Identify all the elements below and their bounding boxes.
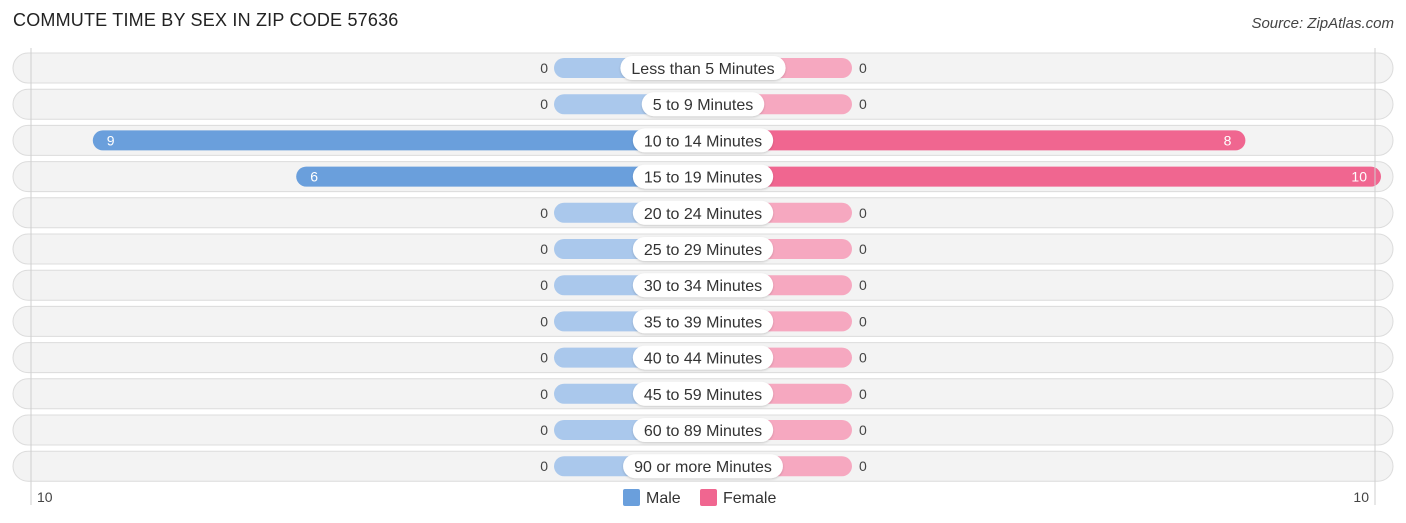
category-label: 10 to 14 Minutes <box>644 133 762 150</box>
category-label: 90 or more Minutes <box>634 459 772 476</box>
data-label-male: 0 <box>540 458 548 474</box>
chart-canvas: 0 0 Less than 5 Minutes 0 0 5 to 9 Minutes 9 8 1… <box>12 48 1394 507</box>
data-label-female: 0 <box>859 96 867 112</box>
data-label-female: 0 <box>859 241 867 257</box>
data-label-female: 0 <box>859 422 867 438</box>
data-label-male: 6 <box>310 169 318 185</box>
data-label-male: 0 <box>540 313 548 329</box>
category-label: 40 to 44 Minutes <box>644 351 762 368</box>
legend-label-male: Male <box>646 490 681 507</box>
data-label-male: 0 <box>540 96 548 112</box>
data-label-female: 8 <box>1224 132 1232 148</box>
data-label-male: 0 <box>540 422 548 438</box>
chart-row: 0 0 25 to 29 Minutes <box>12 233 1394 265</box>
data-label-female: 0 <box>859 205 867 221</box>
chart-row: 0 0 Less than 5 Minutes <box>12 52 1394 84</box>
bar-female <box>693 130 1246 151</box>
axis-label-left: 10 <box>37 489 53 505</box>
chart-row: 0 0 30 to 34 Minutes <box>12 269 1394 301</box>
chart-row: 0 0 90 or more Minutes <box>12 450 1394 482</box>
axis-label-right: 10 <box>1353 489 1369 505</box>
category-label: 5 to 9 Minutes <box>653 97 754 114</box>
bar-female <box>693 166 1381 187</box>
chart-row: 0 0 5 to 9 Minutes <box>12 88 1394 120</box>
data-label-female: 0 <box>859 386 867 402</box>
data-label-female: 0 <box>859 458 867 474</box>
category-label: 45 to 59 Minutes <box>644 387 762 404</box>
category-label: 35 to 39 Minutes <box>644 314 762 331</box>
chart-row: 6 10 15 to 19 Minutes <box>12 161 1394 193</box>
category-label: 15 to 19 Minutes <box>644 170 762 187</box>
chart-row: 0 0 60 to 89 Minutes <box>12 414 1394 446</box>
data-label-female: 0 <box>859 60 867 76</box>
category-label: 25 to 29 Minutes <box>644 242 762 259</box>
data-label-male: 9 <box>107 132 115 148</box>
data-label-female: 10 <box>1351 169 1367 185</box>
chart-row: 9 8 10 to 14 Minutes <box>12 124 1394 156</box>
legend-swatch-female <box>700 489 717 506</box>
legend-label-female: Female <box>723 490 776 507</box>
category-label: 20 to 24 Minutes <box>644 206 762 223</box>
data-label-male: 0 <box>540 205 548 221</box>
bar-male <box>92 130 714 151</box>
category-label: 60 to 89 Minutes <box>644 423 762 440</box>
data-label-female: 0 <box>859 313 867 329</box>
category-label: 30 to 34 Minutes <box>644 278 762 295</box>
data-label-female: 0 <box>859 350 867 366</box>
data-label-male: 0 <box>540 277 548 293</box>
data-label-male: 0 <box>540 60 548 76</box>
chart-row: 0 0 20 to 24 Minutes <box>12 197 1394 229</box>
data-label-male: 0 <box>540 241 548 257</box>
chart-row: 0 0 45 to 59 Minutes <box>12 378 1394 410</box>
chart-row: 0 0 40 to 44 Minutes <box>12 342 1394 374</box>
legend: Male Female <box>623 489 776 507</box>
chart-row: 0 0 35 to 39 Minutes <box>12 305 1394 337</box>
data-label-male: 0 <box>540 350 548 366</box>
legend-swatch-male <box>623 489 640 506</box>
data-label-female: 0 <box>859 277 867 293</box>
category-label: Less than 5 Minutes <box>631 61 774 78</box>
data-label-male: 0 <box>540 386 548 402</box>
